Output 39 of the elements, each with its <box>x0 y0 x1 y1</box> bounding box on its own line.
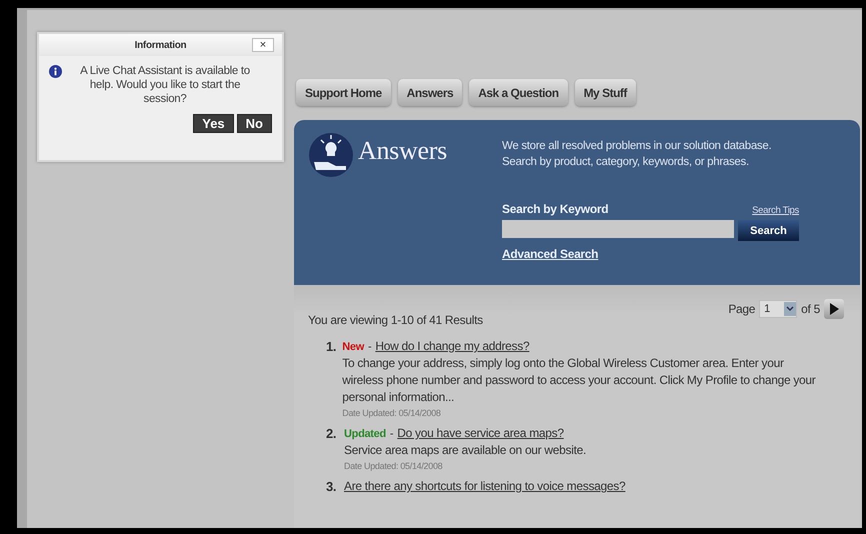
search-label: Search by Keyword <box>502 202 608 216</box>
result-date: Date Updated: 05/14/2008 <box>344 461 444 471</box>
result-title-link[interactable]: How do I change my address? <box>375 339 530 353</box>
status-tag: New <box>342 341 364 353</box>
result-date: Date Updated: 05/14/2008 <box>342 408 442 418</box>
nav-tab[interactable]: Ask a Question <box>469 79 568 106</box>
page-total: of 5 <box>801 302 820 316</box>
result-summary: Service area maps are available on our website. <box>344 442 586 459</box>
lightbulb-hand-icon <box>308 132 354 178</box>
caret-icon <box>784 302 796 316</box>
dialog-message: A Live Chat Assistant is available to help. Would you like to start the session? <box>79 64 251 106</box>
status-tag: Updated <box>344 428 386 440</box>
result-title-link[interactable]: Do you have service area maps? <box>397 426 564 440</box>
search-button[interactable]: Search <box>738 220 799 241</box>
result-number: 3. <box>326 479 338 494</box>
result-number: 2. <box>326 426 338 443</box>
page-label: Page <box>728 302 756 316</box>
next-page-button[interactable] <box>824 299 844 319</box>
nav-tab[interactable]: Answers <box>398 79 462 106</box>
separator: - <box>368 341 372 353</box>
result-summary: To change your address, simply log onto the Global Wireless Customer area. Enter your wireless phone number and password to access your account. Click My Profile to change your personal information... <box>342 355 816 406</box>
banner-description: We store all resolved problems in our solution database. Search by product, category, keywords, or phrases. <box>502 139 772 170</box>
banner-title: Answers <box>358 136 447 166</box>
dialog-button[interactable]: Yes <box>193 114 234 133</box>
page-select[interactable]: 1 <box>759 300 798 318</box>
search-tips-link[interactable]: Search Tips <box>752 205 799 216</box>
results-summary: You are viewing 1-10 of 41 Results <box>308 313 484 327</box>
separator: - <box>390 428 394 440</box>
dialog-button[interactable]: No <box>236 114 272 133</box>
close-button[interactable]: × <box>252 38 274 52</box>
play-icon <box>829 303 839 315</box>
result-number: 1. <box>326 339 336 356</box>
result-title-link[interactable]: Are there any shortcuts for listening to voice messages? <box>344 479 626 493</box>
advanced-search-link[interactable]: Advanced Search <box>502 247 807 261</box>
nav-tab[interactable]: My Stuff <box>574 79 636 106</box>
search-field[interactable] <box>502 220 734 238</box>
info-icon <box>49 65 62 78</box>
nav-tab[interactable]: Support Home <box>296 79 391 106</box>
dialog-title: Information <box>134 40 186 50</box>
